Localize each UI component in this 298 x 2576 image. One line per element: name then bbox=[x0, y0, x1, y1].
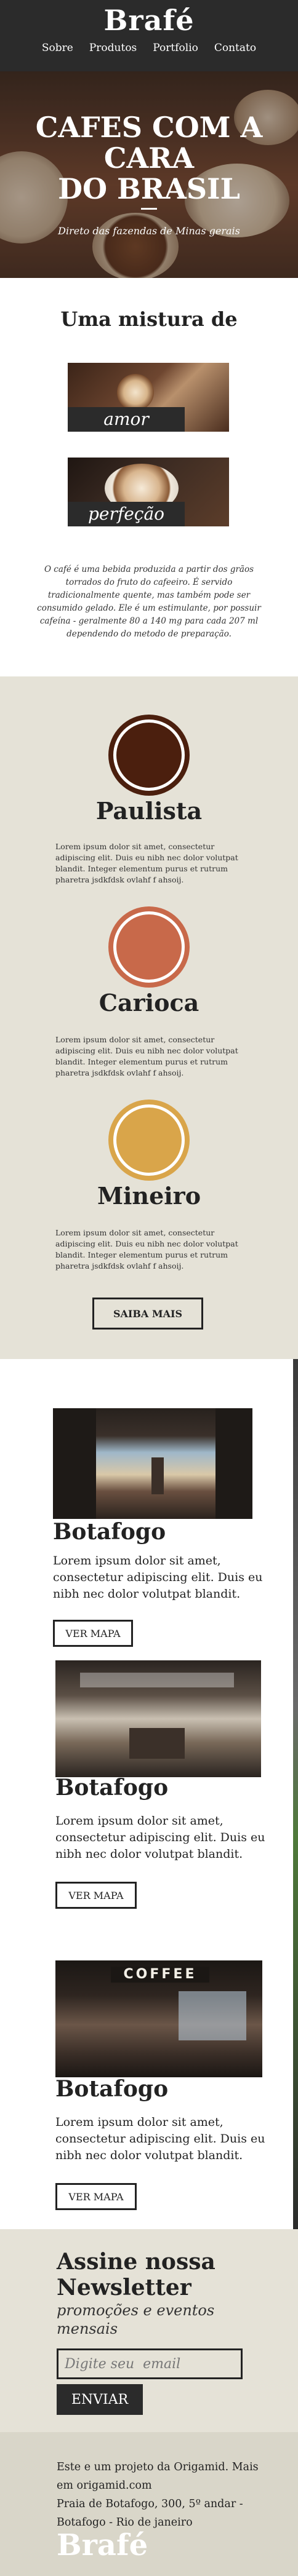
enviar-button[interactable]: ENVIAR bbox=[57, 2384, 143, 2415]
side-strip bbox=[293, 1359, 298, 2229]
newsletter-section: Assine nossa Newsletter promoções e even… bbox=[0, 2229, 298, 2432]
ver-mapa-button[interactable]: VER MAPA bbox=[55, 1882, 137, 1909]
hero-banner: CAFES COM A CARA DO BRASIL Direto das fa… bbox=[0, 71, 298, 278]
window-frame bbox=[215, 1408, 252, 1519]
hero-title-line: CAFES COM A bbox=[35, 111, 263, 144]
carioca-swatch bbox=[108, 906, 190, 988]
site-footer: Este e um projeto da Origamid. Mais em o… bbox=[0, 2432, 298, 2576]
window-light bbox=[179, 1991, 246, 2040]
ver-mapa-button[interactable]: VER MAPA bbox=[55, 2183, 137, 2210]
nav-link-sobre[interactable]: Sobre bbox=[42, 42, 73, 54]
footer-line: Praia de Botafogo, 300, 5º andar - Botaf… bbox=[57, 2498, 243, 2529]
nav-link-portfolio[interactable]: Portfolio bbox=[153, 42, 198, 54]
coffee-sign: COFFEE bbox=[111, 1967, 209, 1983]
footer-logo[interactable]: Brafé bbox=[57, 2528, 148, 2562]
ceiling-lights bbox=[80, 1673, 234, 1687]
location-image: COFFEE bbox=[55, 1960, 262, 2077]
location-name: Botafogo bbox=[55, 1775, 169, 1801]
ver-mapa-button[interactable]: VER MAPA bbox=[53, 1620, 133, 1647]
variety-name-mineiro: Mineiro bbox=[97, 1182, 201, 1210]
nav-link-produtos[interactable]: Produtos bbox=[89, 42, 137, 54]
counter bbox=[129, 1728, 185, 1759]
mixture-label-amor: amor bbox=[68, 407, 185, 432]
cappuccino-image: perfeção bbox=[68, 458, 229, 526]
footer-line: Este e um projeto da Origamid. Mais em o… bbox=[57, 2461, 259, 2492]
main-nav: Sobre Produtos Portfolio Contato bbox=[0, 42, 298, 54]
variety-text-carioca: Lorem ipsum dolor sit amet, consectetur … bbox=[55, 1035, 238, 1077]
latte-cup bbox=[117, 374, 154, 411]
header-logo[interactable]: Brafé bbox=[0, 4, 298, 37]
location-name: Botafogo bbox=[55, 2076, 169, 2102]
newsletter-title-line: Assine nossa bbox=[57, 2249, 215, 2275]
person-silhouette bbox=[151, 1457, 164, 1494]
newsletter-title-line: Newsletter bbox=[57, 2275, 191, 2301]
location-image bbox=[55, 1660, 261, 1777]
email-input[interactable] bbox=[57, 2348, 243, 2379]
location-text: Lorem ipsum dolor sit amet, consectetur … bbox=[53, 1554, 263, 1601]
paulista-swatch bbox=[108, 715, 190, 796]
swatch-ring bbox=[113, 911, 185, 983]
newsletter-title: Assine nossa Newsletter bbox=[57, 2249, 266, 2301]
variety-name-carioca: Carioca bbox=[99, 989, 199, 1017]
swatch-ring bbox=[113, 719, 185, 791]
variety-text-mineiro: Lorem ipsum dolor sit amet, consectetur … bbox=[55, 1228, 238, 1270]
swatch-ring bbox=[113, 1104, 185, 1176]
location-text: Lorem ipsum dolor sit amet, consectetur … bbox=[55, 2115, 265, 2162]
window-frame bbox=[53, 1408, 96, 1519]
hero-title-line: DO BRASIL bbox=[58, 172, 240, 205]
saiba-mais-button[interactable]: SAIBA MAIS bbox=[92, 1298, 203, 1330]
site-header: Brafé Sobre Produtos Portfolio Contato bbox=[0, 0, 298, 71]
newsletter-subtitle: promoções e eventos mensais bbox=[57, 2301, 254, 2338]
footer-text: Este e um projeto da Origamid. Mais em o… bbox=[57, 2458, 260, 2532]
variety-text-paulista: Lorem ipsum dolor sit amet, consectetur … bbox=[55, 842, 238, 884]
hero-subtitle: Direto das fazendas de Minas gerais bbox=[58, 225, 240, 237]
variety-name-paulista: Paulista bbox=[95, 797, 203, 825]
mixture-label-perfecao: perfeção bbox=[68, 502, 185, 526]
hero-title: CAFES COM A CARA DO BRASIL bbox=[0, 112, 298, 210]
location-image bbox=[53, 1408, 252, 1519]
mixture-title: Uma mistura de bbox=[60, 307, 238, 331]
mineiro-swatch bbox=[108, 1100, 190, 1181]
hero-divider bbox=[141, 208, 157, 210]
location-text: Lorem ipsum dolor sit amet, consectetur … bbox=[55, 1814, 265, 1861]
newsletter-subtitle-line: mensais bbox=[57, 2320, 118, 2337]
nav-link-contato[interactable]: Contato bbox=[214, 42, 256, 54]
location-name: Botafogo bbox=[53, 1519, 166, 1545]
hero-title-line: CARA bbox=[103, 141, 195, 175]
mixture-description: O café é uma bebida produzida a partir d… bbox=[37, 565, 261, 639]
latte-art-image: amor bbox=[68, 363, 229, 432]
newsletter-subtitle-line: promoções e eventos bbox=[57, 2302, 215, 2319]
